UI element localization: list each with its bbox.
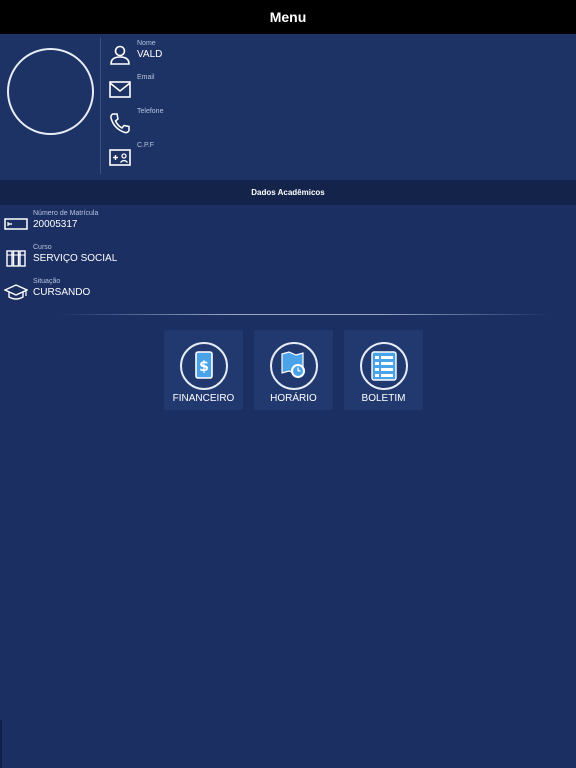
menu-tile-financeiro[interactable]: $ FINANCEIRO	[164, 330, 243, 410]
page-title: Menu	[269, 9, 307, 25]
edge-shadow	[0, 720, 2, 768]
avatar[interactable]	[7, 48, 94, 135]
section-divider	[60, 314, 550, 315]
academic-field-course: Curso SERVIÇO SOCIAL	[4, 244, 544, 274]
academic-field-registration: Número de Matrícula 20005317	[4, 210, 544, 240]
phone-dollar-icon: $	[195, 351, 213, 379]
profile-field-label: C.P.F	[137, 142, 154, 149]
report-list-icon	[371, 351, 397, 381]
academic-field-label: Número de Matrícula	[33, 210, 99, 217]
academic-field-value: CURSANDO	[33, 287, 91, 298]
tile-icon-ring	[270, 342, 318, 390]
profile-field-label: Email	[137, 74, 155, 81]
profile-field-email: Email	[108, 74, 548, 104]
academic-field-label: Situação	[33, 278, 61, 285]
tile-icon-ring	[360, 342, 408, 390]
envelope-icon	[109, 81, 131, 98]
id-card-icon	[109, 149, 131, 166]
profile-field-label: Nome	[137, 40, 156, 47]
academic-field-label: Curso	[33, 244, 52, 251]
section-title: Dados Acadêmicos	[251, 188, 325, 197]
academic-field-status: Situação CURSANDO	[4, 278, 544, 308]
tile-label: BOLETIM	[361, 393, 406, 404]
tile-label: HORÁRIO	[270, 393, 317, 404]
graduation-cap-icon	[4, 284, 28, 300]
profile-divider	[100, 38, 101, 174]
tile-icon-ring: $	[180, 342, 228, 390]
academic-field-value: SERVIÇO SOCIAL	[33, 253, 118, 264]
phone-icon	[110, 113, 130, 134]
profile-field-name: Nome VALD	[108, 40, 548, 70]
top-bar: Menu	[0, 0, 576, 34]
svg-text:$: $	[199, 359, 209, 375]
registration-card-icon	[4, 218, 28, 230]
tile-label: FINANCEIRO	[172, 393, 235, 404]
academic-field-value: 20005317	[33, 219, 78, 230]
profile-field-cpf: C.P.F	[108, 142, 548, 172]
profile-field-value: VALD	[137, 49, 163, 60]
person-icon	[110, 45, 130, 65]
profile-field-phone: Telefone	[108, 108, 548, 138]
books-icon	[6, 250, 26, 267]
profile-field-label: Telefone	[137, 108, 164, 115]
map-clock-icon	[281, 351, 305, 378]
section-header-academic: Dados Acadêmicos	[0, 180, 576, 205]
menu-tile-boletim[interactable]: BOLETIM	[344, 330, 423, 410]
profile-panel: Nome VALD Email Telefone C.P.F	[0, 34, 576, 180]
menu-tile-horario[interactable]: HORÁRIO	[254, 330, 333, 410]
